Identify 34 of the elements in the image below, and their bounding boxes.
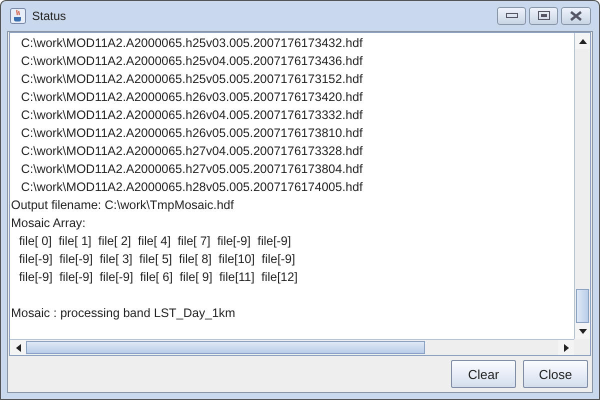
log-line: file[-9] file[-9] file[-9] file[ 6] file[ 9] file[11] file[12] (19, 270, 298, 284)
log-line: C:\work\MOD11A2.A2000065.h25v04.005.2007176173436.hdf (21, 54, 363, 68)
log-line: Mosaic Array: (11, 216, 86, 230)
vertical-scrollbar[interactable] (574, 33, 590, 339)
close-dialog-button[interactable]: Close (523, 360, 588, 388)
clear-button[interactable]: Clear (451, 360, 516, 388)
log-line: C:\work\MOD11A2.A2000065.h26v05.005.2007176173810.hdf (21, 126, 363, 140)
scroll-thumb[interactable] (26, 341, 425, 354)
right-arrow-icon[interactable] (564, 344, 568, 352)
minimize-icon (506, 13, 518, 19)
log-line: C:\work\MOD11A2.A2000065.h27v05.005.2007176173804.hdf (21, 162, 363, 176)
log-line: Mosaic : processing band LST_Day_1km (11, 306, 236, 320)
up-arrow-icon[interactable] (578, 38, 586, 44)
close-button[interactable] (561, 7, 591, 25)
down-arrow-icon[interactable] (578, 328, 586, 334)
log-line: C:\work\MOD11A2.A2000065.h26v03.005.2007176173420.hdf (21, 90, 363, 104)
cup-icon (10, 8, 26, 24)
log-line: file[ 0] file[ 1] file[ 2] file[ 4] file[ 7] file[-9] file[-9] (19, 234, 292, 248)
maximize-icon (538, 11, 550, 21)
scroll-thumb[interactable] (576, 289, 589, 323)
maximize-button[interactable] (529, 7, 558, 25)
close-icon (569, 11, 583, 21)
log-line: C:\work\MOD11A2.A2000065.h25v03.005.2007176173432.hdf (21, 36, 363, 50)
window-title: Status (32, 9, 66, 23)
log-line: C:\work\MOD11A2.A2000065.h28v05.005.2007176174005.hdf (21, 180, 363, 194)
horizontal-scrollbar[interactable] (10, 339, 574, 355)
log-line: C:\work\MOD11A2.A2000065.h25v05.005.2007176173152.hdf (21, 72, 363, 86)
log-line: C:\work\MOD11A2.A2000065.h27v04.005.2007176173328.hdf (21, 144, 363, 158)
minimize-button[interactable] (497, 7, 526, 25)
log-line: Output filename: C:\work\TmpMosaic.hdf (11, 198, 234, 212)
left-arrow-icon[interactable] (16, 344, 20, 352)
log-line: file[-9] file[-9] file[ 3] file[ 5] file[ 8] file[10] file[-9] (19, 252, 296, 266)
log-text-area[interactable] (10, 33, 574, 339)
log-line: C:\work\MOD11A2.A2000065.h26v04.005.2007176173332.hdf (21, 108, 363, 122)
